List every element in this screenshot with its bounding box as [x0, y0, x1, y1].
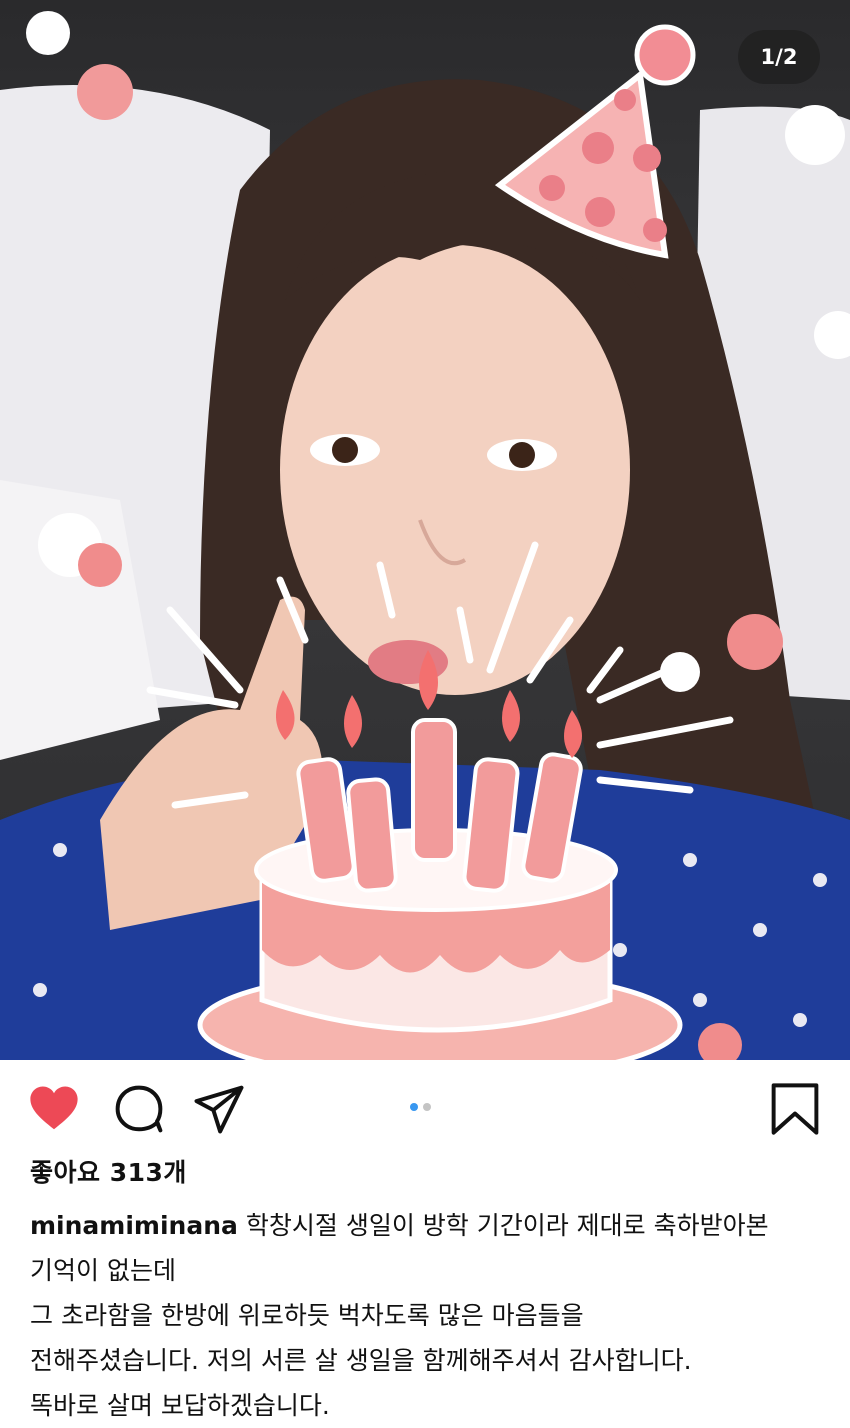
carousel-indicator	[410, 1103, 431, 1111]
likes-count[interactable]: 좋아요 313개	[30, 1153, 187, 1189]
post-photo[interactable]: 1/2	[0, 0, 850, 1060]
carousel-dot-2	[423, 1103, 431, 1111]
carousel-dot-1	[410, 1103, 418, 1111]
comment-button[interactable]	[112, 1082, 166, 1136]
action-bar	[0, 1060, 850, 1156]
save-button[interactable]	[768, 1082, 822, 1136]
caption-username[interactable]: minamiminana	[30, 1211, 238, 1240]
share-button[interactable]	[192, 1082, 246, 1136]
post-caption: minamiminana 학창시절 생일이 방학 기간이라 제대로 축하받아본 기…	[30, 1203, 830, 1428]
paper-plane-icon	[194, 1085, 244, 1134]
caption-text-line-3: 그 초라함을 한방에 위로하듯 벅차도록 많은 마음들을	[30, 1301, 584, 1330]
photo-illustration	[0, 11, 850, 1060]
heart-filled-icon	[30, 1086, 78, 1130]
like-button[interactable]	[27, 1082, 81, 1136]
bookmark-icon	[771, 1083, 819, 1135]
caption-text-line-2: 기억이 없는데	[30, 1256, 176, 1285]
caption-text-line-4: 전해주셨습니다. 저의 서른 살 생일을 함께해주셔서 감사합니다.	[30, 1346, 692, 1375]
face	[280, 245, 630, 695]
carousel-counter: 1/2	[738, 30, 820, 84]
caption-text-line-1: 학창시절 생일이 방학 기간이라 제대로 축하받아본	[245, 1211, 769, 1240]
instagram-post: 1/2 좋아요 313개 minamiminana 학창시절 생일이 방학 기간…	[0, 0, 850, 1420]
caption-text-line-5: 똑바로 살며 보답하겠습니다.	[30, 1391, 330, 1420]
comment-bubble-icon	[115, 1085, 163, 1133]
